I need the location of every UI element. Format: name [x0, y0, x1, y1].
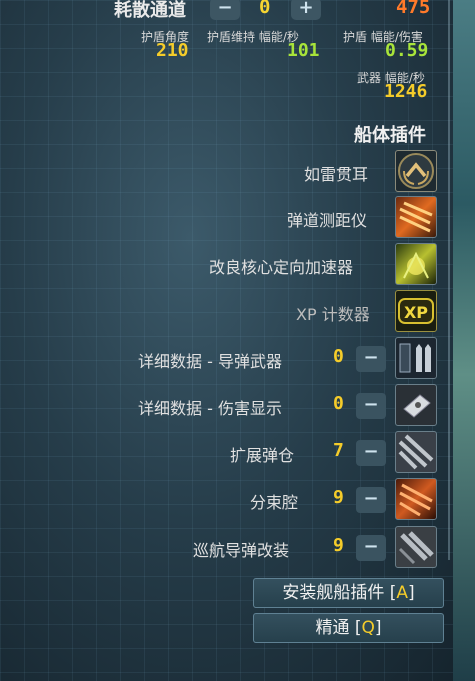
beam-splitter-icon[interactable] [395, 478, 437, 520]
hullmod-label: 巡航导弹改装 [193, 541, 290, 560]
hullmod-label: 详细数据 - 伤害显示 [138, 399, 282, 418]
mastery-hotkey: Q [361, 618, 375, 638]
core-accelerator-icon[interactable] [395, 243, 437, 285]
background-planet-edge [453, 0, 475, 681]
damage-display-icon[interactable] [395, 384, 437, 426]
expanded-magazine-icon[interactable] [395, 431, 437, 473]
svg-text:XP: XP [404, 303, 428, 322]
hullmod-count: 0 [333, 346, 344, 367]
remove-hullmod-button[interactable]: − [356, 487, 386, 513]
hullmod-label: 扩展弹仓 [230, 446, 295, 465]
dissipation-decrease-button[interactable]: − [210, 0, 240, 20]
hullmod-count: 7 [333, 440, 344, 461]
mastery-button[interactable]: 精通 [Q] [253, 613, 444, 643]
shield-upkeep-value: 101 [287, 40, 320, 61]
missile-data-icon[interactable] [395, 337, 437, 379]
cruise-missile-icon[interactable] [395, 526, 437, 568]
install-hotkey: A [396, 583, 409, 603]
hullmod-label: 弹道测距仪 [287, 211, 368, 230]
install-hullmod-label: 安装舰船插件 [ [282, 583, 397, 603]
hullmod-label: 如雷贯耳 [304, 165, 369, 184]
mastery-label: 精通 [ [315, 618, 362, 638]
hullmod-count: 9 [333, 487, 344, 508]
remove-hullmod-button[interactable]: − [356, 440, 386, 466]
ballistic-rangefinder-icon[interactable] [395, 196, 437, 238]
shield-arc-value: 210 [156, 40, 189, 61]
chevron-laurel-icon[interactable] [395, 150, 437, 192]
panel-divider [448, 0, 450, 560]
hullmod-label: XP 计数器 [296, 305, 370, 324]
weapon-flux-value: 1246 [384, 81, 428, 102]
dissipation-value: 0 [259, 0, 271, 18]
hullmod-count: 9 [333, 535, 344, 556]
ordnance-points-value: 475 [396, 0, 431, 18]
hullmod-label: 分束腔 [250, 493, 299, 512]
remove-hullmod-button[interactable]: − [356, 535, 386, 561]
remove-hullmod-button[interactable]: − [356, 346, 386, 372]
install-hullmod-button[interactable]: 安装舰船插件 [A] [253, 578, 444, 608]
hullmod-count: 0 [333, 393, 344, 414]
xp-counter-icon[interactable]: XP [395, 290, 437, 332]
hullmods-section-title: 船体插件 [354, 125, 426, 146]
install-hotkey-close: ] [408, 583, 415, 603]
flux-dissipation-label: 耗散通道 [114, 0, 186, 21]
shield-upkeep-label: 护盾维持 幅能/秒 [207, 30, 299, 44]
shield-efficiency-value: 0.59 [385, 40, 429, 61]
hullmod-label: 改良核心定向加速器 [209, 258, 354, 277]
hullmod-label: 详细数据 - 导弹武器 [138, 352, 282, 371]
mastery-hotkey-close: ] [374, 618, 382, 638]
dissipation-increase-button[interactable]: + [291, 0, 321, 20]
remove-hullmod-button[interactable]: − [356, 393, 386, 419]
